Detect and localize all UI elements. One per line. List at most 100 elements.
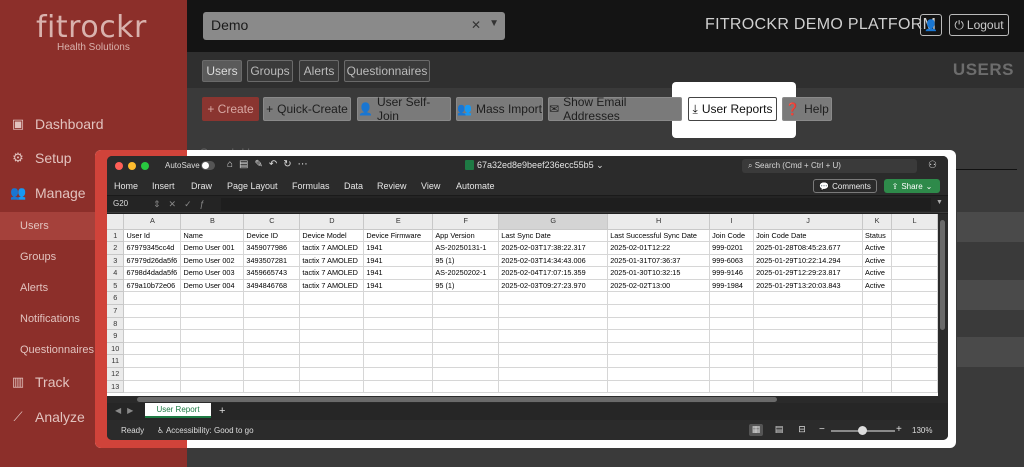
- mass-import-button[interactable]: 👥 Mass Import: [456, 97, 543, 121]
- cell[interactable]: [180, 342, 245, 356]
- cell[interactable]: [709, 354, 755, 369]
- cell[interactable]: [180, 380, 245, 394]
- cell[interactable]: [123, 380, 182, 394]
- help-button[interactable]: ❓ Help: [782, 97, 832, 121]
- row-header[interactable]: 9: [107, 329, 125, 343]
- cell[interactable]: 67979d26da5f6: [123, 254, 182, 268]
- cell[interactable]: [180, 304, 245, 318]
- cell[interactable]: tactix 7 AMOLED: [299, 241, 365, 255]
- cell[interactable]: 2025-02-01T12:22: [607, 241, 711, 255]
- cell[interactable]: 2025-02-03T17:38:22.317: [498, 241, 609, 255]
- row-header[interactable]: 1: [107, 229, 125, 243]
- cell[interactable]: 999-0201: [709, 241, 755, 255]
- cell[interactable]: [753, 367, 864, 381]
- cell[interactable]: [891, 291, 938, 306]
- cell[interactable]: [607, 354, 711, 369]
- user-reports-button[interactable]: ⤓ User Reports: [688, 97, 777, 121]
- cell[interactable]: [891, 329, 938, 343]
- cell[interactable]: 2025-02-03T09:27:23.970: [498, 279, 609, 293]
- accessibility-status[interactable]: ♿ Accessibility: Good to go: [157, 426, 254, 435]
- cell[interactable]: [243, 291, 301, 306]
- cell[interactable]: [123, 304, 182, 318]
- cell[interactable]: [862, 304, 893, 318]
- show-email-addresses-button[interactable]: ✉ Show Email Addresses: [548, 95, 682, 123]
- cell[interactable]: [607, 380, 711, 394]
- formula-input[interactable]: [221, 198, 931, 211]
- cell[interactable]: 3459077986: [243, 241, 301, 255]
- cell[interactable]: [753, 380, 864, 394]
- cell[interactable]: [862, 367, 893, 381]
- cell[interactable]: [180, 354, 245, 369]
- cell[interactable]: [498, 329, 609, 343]
- cell[interactable]: Last Sync Date: [498, 229, 609, 243]
- cell[interactable]: Demo User 003: [180, 266, 245, 280]
- cell[interactable]: [498, 304, 609, 318]
- normal-view-icon[interactable]: ▦: [749, 424, 763, 436]
- zoom-out-button[interactable]: −: [819, 424, 825, 435]
- cell[interactable]: [432, 329, 500, 343]
- cell[interactable]: [891, 380, 938, 394]
- cell[interactable]: [891, 317, 938, 331]
- cell[interactable]: [299, 317, 365, 331]
- column-header[interactable]: D: [299, 214, 365, 230]
- cell[interactable]: [299, 367, 365, 381]
- cell[interactable]: [243, 354, 301, 369]
- file-name[interactable]: 67a32ed8e9beef236ecc55b5 ⌄: [465, 160, 604, 171]
- ribbon-tab-data[interactable]: Data: [344, 181, 363, 191]
- row-header[interactable]: 10: [107, 342, 125, 356]
- select-all-corner[interactable]: [107, 214, 125, 230]
- cell[interactable]: [299, 304, 365, 318]
- quick-access-icons[interactable]: ⌂▤✎↶↻⋯: [227, 159, 314, 170]
- ribbon-tab-formulas[interactable]: Formulas: [292, 181, 330, 191]
- page-break-view-icon[interactable]: ⊟: [795, 424, 809, 436]
- row-header[interactable]: 4: [107, 266, 125, 280]
- cell[interactable]: tactix 7 AMOLED: [299, 266, 365, 280]
- cell[interactable]: [180, 329, 245, 343]
- user-self-join-button[interactable]: 👤 User Self-Join: [357, 95, 451, 123]
- cell[interactable]: [709, 380, 755, 394]
- cell[interactable]: [753, 304, 864, 318]
- cell[interactable]: [432, 342, 500, 356]
- cell[interactable]: [243, 317, 301, 331]
- horizontal-scrollbar[interactable]: [107, 396, 948, 403]
- cell[interactable]: [891, 367, 938, 381]
- cell[interactable]: Active: [862, 254, 893, 268]
- cell[interactable]: [432, 380, 500, 394]
- cell[interactable]: [891, 254, 938, 268]
- cell[interactable]: [607, 291, 711, 306]
- cell[interactable]: 1941: [363, 279, 434, 293]
- cell[interactable]: Active: [862, 266, 893, 280]
- cell[interactable]: [432, 291, 500, 306]
- cell[interactable]: [862, 354, 893, 369]
- cell[interactable]: 2025-01-29T13:20:03.843: [753, 279, 864, 293]
- cell[interactable]: [123, 291, 182, 306]
- cell[interactable]: [363, 354, 434, 369]
- cell[interactable]: 2025-01-28T08:45:23.677: [753, 241, 864, 255]
- cell[interactable]: [862, 291, 893, 306]
- chevron-down-icon[interactable]: ▼: [936, 199, 943, 206]
- cell[interactable]: [891, 279, 938, 293]
- row-header[interactable]: 13: [107, 380, 125, 394]
- cell[interactable]: 6798d4dada5f6: [123, 266, 182, 280]
- cell[interactable]: [243, 367, 301, 381]
- ribbon-tab-home[interactable]: Home: [114, 181, 138, 191]
- cell[interactable]: 2025-01-30T10:32:15: [607, 266, 711, 280]
- chevron-down-icon[interactable]: ▼: [489, 18, 499, 29]
- column-header[interactable]: C: [243, 214, 301, 230]
- cell[interactable]: [180, 291, 245, 306]
- cell[interactable]: [753, 354, 864, 369]
- cell[interactable]: tactix 7 AMOLED: [299, 254, 365, 268]
- cell[interactable]: [753, 317, 864, 331]
- ribbon-tab-automate[interactable]: Automate: [456, 181, 495, 191]
- cell[interactable]: [709, 304, 755, 318]
- cell[interactable]: [180, 367, 245, 381]
- cell[interactable]: AS-20250131-1: [432, 241, 500, 255]
- cell[interactable]: [891, 304, 938, 318]
- column-header[interactable]: B: [180, 214, 245, 230]
- cell[interactable]: [363, 367, 434, 381]
- ribbon-tab-insert[interactable]: Insert: [152, 181, 175, 191]
- cell[interactable]: [363, 342, 434, 356]
- cell[interactable]: [891, 241, 938, 255]
- cell[interactable]: [498, 291, 609, 306]
- quick-create-button[interactable]: + Quick-Create: [263, 97, 351, 121]
